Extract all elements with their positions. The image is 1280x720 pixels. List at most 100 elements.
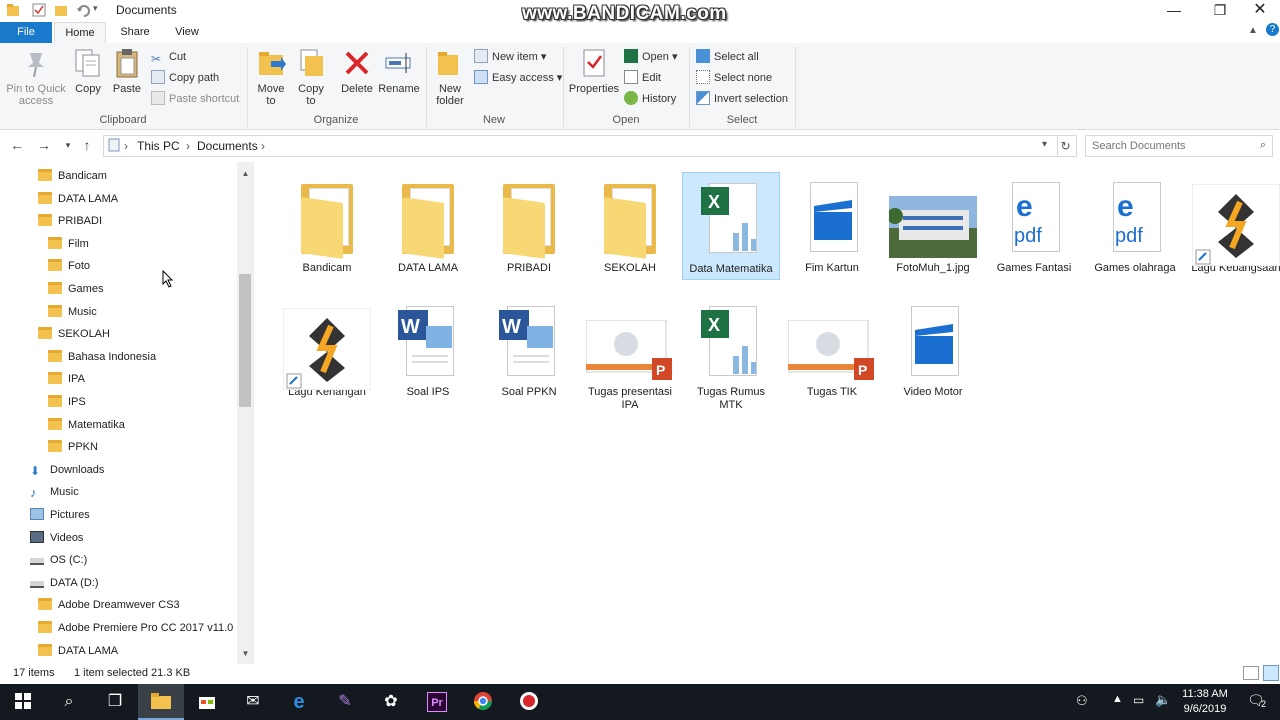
details-view-icon[interactable] [1243,666,1259,680]
copy-button[interactable]: Copy [72,47,104,95]
task-view-icon[interactable]: ❐ [92,684,138,720]
mail-taskbar-icon[interactable]: ✉ [230,684,276,720]
properties-quick-icon[interactable] [32,3,46,17]
nav-item[interactable]: DATA (D:) [30,572,98,594]
file-item[interactable]: Bandicam [278,172,376,280]
battery-icon[interactable]: ▭ [1133,693,1144,707]
address-dropdown-icon[interactable]: ▾ [1042,139,1047,150]
nav-item[interactable]: Foto [48,255,90,277]
back-arrow-icon[interactable]: ← [8,137,26,155]
nav-scrollbar[interactable]: ▲ ▼ [237,162,254,664]
nav-item[interactable]: Matematika [48,414,125,436]
nav-item[interactable]: Music [48,301,97,323]
store-taskbar-icon[interactable] [184,684,230,720]
new-item-button[interactable]: New item ▾ [474,48,546,66]
nav-item[interactable]: Adobe Premiere Pro CC 2017 v11.0 M [38,617,246,639]
tab-home[interactable]: Home [54,22,106,43]
search-box[interactable]: ⌕ [1085,135,1273,157]
help-icon[interactable]: ? [1266,23,1279,36]
people-icon[interactable]: ⚇ [1076,693,1088,709]
select-none-button[interactable]: Select none [696,69,772,87]
file-item[interactable]: e pdf Games Fantasi [985,172,1083,280]
tab-share[interactable]: Share [110,22,160,43]
file-item[interactable]: Video Motor [884,296,982,414]
file-item[interactable]: Lagu Kebangsaan [1187,172,1280,280]
nav-item[interactable]: PPKN [48,436,98,458]
paste-shortcut-button[interactable]: Paste shortcut [151,90,239,108]
nav-item[interactable]: PRIBADI [38,210,102,232]
open-button[interactable]: Open ▾ [624,48,678,66]
easy-access-button[interactable]: Easy access ▾ [474,69,562,87]
file-item[interactable]: X Tugas Rumus MTK [682,296,780,414]
breadcrumb-documents[interactable]: Documents [197,139,258,153]
file-item[interactable]: SEKOLAH [581,172,679,280]
edge-taskbar-icon[interactable]: e [276,684,322,720]
nav-item[interactable]: Games [48,278,103,300]
show-hidden-icons-icon[interactable]: ▲ [1112,693,1123,705]
customize-quick-access-icon[interactable]: ▾ [93,3,107,17]
file-item[interactable]: Fim Kartun [783,172,881,280]
nav-item[interactable]: DATA LAMA [38,640,118,662]
nav-item[interactable]: OS (C:) [30,549,87,571]
new-folder-button[interactable]: New folder [432,47,468,107]
nav-item[interactable]: ⬇ Downloads [30,459,104,481]
file-item[interactable]: W Soal IPS [379,296,477,414]
refresh-button[interactable]: ↻ [1055,135,1077,157]
cut-button[interactable]: ✂ Cut [151,48,186,66]
address-bar[interactable]: › This PC › Documents › ▾ [103,135,1058,157]
collapse-ribbon-icon[interactable]: ▲ [1248,25,1258,36]
nav-item[interactable]: Pictures [30,504,90,526]
new-folder-quick-icon[interactable] [54,3,68,17]
minimize-button[interactable]: — [1151,0,1197,22]
nav-item[interactable]: Bahasa Indonesia [48,346,156,368]
nav-item[interactable]: Film [48,233,89,255]
select-all-button[interactable]: Select all [696,48,759,66]
search-icon[interactable]: ⌕ [1260,139,1266,152]
file-item[interactable]: W Soal PPKN [480,296,578,414]
start-button[interactable] [0,684,46,720]
forward-arrow-icon[interactable]: → [35,137,53,155]
large-icons-view-icon[interactable] [1263,665,1279,681]
nav-item[interactable]: ♪ Music [30,481,79,503]
nav-item[interactable]: SEKOLAH [38,323,110,345]
nav-item[interactable]: IPS [48,391,86,413]
move-to-button[interactable]: Move to [254,47,288,107]
copy-to-button[interactable]: Copy to [294,47,328,107]
history-button[interactable]: History [624,90,676,108]
file-item[interactable]: FotoMuh_1.jpg [884,172,982,280]
search-taskbar-icon[interactable]: ⌕ [46,684,92,720]
rename-button[interactable]: Rename [378,47,420,95]
breadcrumb-this-pc[interactable]: This PC [137,139,180,153]
nav-item[interactable]: DATA LAMA [38,188,118,210]
volume-icon[interactable]: 🔈 [1155,692,1171,708]
delete-button[interactable]: Delete [340,47,374,95]
file-item[interactable]: X Data Matematika [682,172,780,280]
recent-locations-icon[interactable]: ▾ [59,137,77,155]
paint-taskbar-icon[interactable]: ✿ [368,684,414,720]
file-item[interactable]: e pdf Games olahraga [1086,172,1184,280]
paste-button[interactable]: Paste [110,47,144,95]
nav-item[interactable]: IPA [48,368,85,390]
invert-selection-button[interactable]: Invert selection [696,90,788,108]
search-input[interactable] [1086,136,1246,156]
file-item[interactable]: DATA LAMA [379,172,477,280]
up-arrow-icon[interactable]: ↑ [78,137,96,155]
feather-app-taskbar-icon[interactable]: ✎ [322,684,368,720]
close-button[interactable]: ✕ [1237,0,1280,22]
copy-path-button[interactable]: Copy path [151,69,219,87]
edit-button[interactable]: Edit [624,69,661,87]
chrome-taskbar-icon[interactable] [460,684,506,720]
properties-button[interactable]: Properties [568,47,620,95]
scroll-up-icon[interactable]: ▲ [237,166,254,182]
bandicam-taskbar-icon[interactable] [506,684,552,720]
nav-item[interactable]: Bandicam [38,165,107,187]
tab-view[interactable]: View [162,22,212,43]
pin-quick-access-button[interactable]: Pin to Quick access [3,47,69,107]
scroll-down-icon[interactable]: ▼ [237,646,254,662]
clock[interactable]: 11:38 AM 9/6/2019 [1170,687,1240,717]
nav-item[interactable]: Adobe Dreamwever CS3 [38,594,180,616]
nav-item[interactable]: Videos [30,527,83,549]
file-item[interactable]: PRIBADI [480,172,578,280]
file-explorer-taskbar-icon[interactable] [138,684,184,720]
file-item[interactable]: Lagu Kenangan [278,296,376,414]
